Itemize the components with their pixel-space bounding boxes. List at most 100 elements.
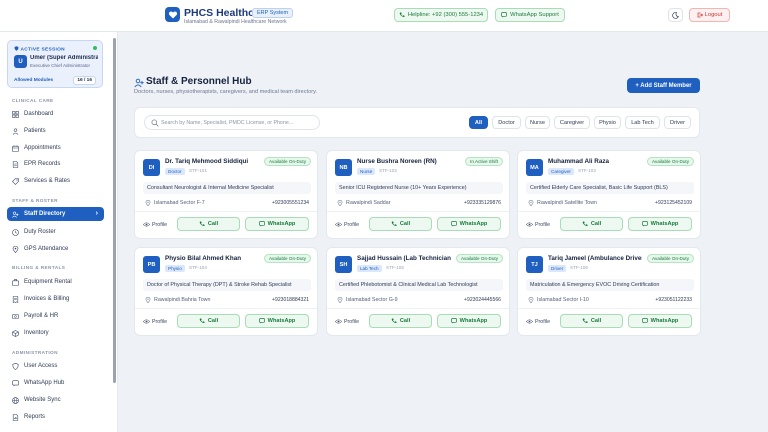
phone-icon [199,221,205,227]
staff-card[interactable]: SH Sajjad Hussain (Lab Technician) Lab T… [326,247,510,336]
top-header: PHCS Healthcare ERP System Islamabad & R… [0,0,768,32]
sidebar-item-label: Inventory [24,330,49,336]
sidebar-item-dashboard[interactable]: Dashboard [7,107,104,121]
location-pin-icon [337,200,343,206]
sidebar-item-whatsapp-hub[interactable]: WhatsApp Hub [7,376,104,390]
sidebar-item-reports[interactable]: Reports [7,410,104,424]
sidebar-item-inventory[interactable]: Inventory [7,326,104,340]
staff-specialty: Certified Phlebotomist & Clinical Medica… [335,279,503,291]
profile-button[interactable]: Profile [335,218,362,231]
online-status-dot [93,46,97,50]
filter-chip-driver[interactable]: Driver [664,116,691,129]
profile-button[interactable]: Profile [143,218,170,231]
staff-id: STF-102 [379,168,397,173]
reports-icon [12,413,19,421]
staff-specialty: Doctor of Physical Therapy (DPT) & Strok… [143,279,311,291]
whatsapp-button[interactable]: WhatsApp [437,314,501,328]
staff-phone: +923125452109 [655,200,692,206]
sidebar-item-appointments[interactable]: Appointments [7,141,104,155]
call-button[interactable]: Call [177,217,240,231]
active-session-card: ACTIVE SESSION U Umer (Super Administrat… [7,40,103,88]
sidebar-item-services-rates[interactable]: Services & Rates [7,174,104,188]
sidebar-item-label: User Access [24,363,58,369]
status-badge: Available On-Duty [456,254,503,263]
whatsapp-button[interactable]: WhatsApp [437,217,501,231]
staff-specialty: Consultant Neurologist & Internal Medici… [143,182,311,194]
add-user-icon [134,78,144,88]
call-button[interactable]: Call [177,314,240,328]
calendar-icon [12,144,19,152]
add-staff-member-button[interactable]: + Add Staff Member [627,78,700,93]
staff-phone: +923005551234 [272,200,309,206]
session-user-role: Executive Chief Administrator [30,63,90,68]
sidebar-item-payroll-hr[interactable]: Payroll & HR [7,309,104,323]
services-icon [12,177,19,185]
sidebar-item-duty-roster[interactable]: Duty Roster [7,225,104,239]
profile-button[interactable]: Profile [335,315,362,328]
staff-phone: +923018884321 [272,297,309,303]
sidebar-item-label: Dashboard [24,111,54,117]
search-input[interactable]: Search by Name, Specialist, PMDC License… [144,115,320,130]
chat-icon [450,221,457,227]
profile-button[interactable]: Profile [526,315,553,328]
staff-avatar: SH [335,256,352,273]
filter-chip-physio[interactable]: Physio [594,116,621,129]
staff-card[interactable]: NB Nurse Bushra Noreen (RN) Nurse STF-10… [326,150,510,239]
clock-icon [12,228,19,236]
staff-card[interactable]: TJ Tariq Jameel (Ambulance Driver) Drive… [517,247,701,336]
location-pin-icon [337,297,343,303]
staff-role-badge: Lab Tech [357,265,382,272]
sidebar-item-equipment-rental[interactable]: Equipment Rental [7,275,104,289]
location-pin-icon [145,297,151,303]
whatsapp-button[interactable]: WhatsApp [628,314,692,328]
filter-chip-caregiver[interactable]: Caregiver [554,116,590,129]
sidebar-item-label: Duty Roster [24,229,56,235]
whatsapp-button[interactable]: WhatsApp [628,217,692,231]
sidebar-scrollbar[interactable] [113,38,116,383]
shield-icon [14,46,19,51]
sidebar-item-gps-attendance[interactable]: GPS Attendance [7,242,104,256]
call-button[interactable]: Call [560,217,623,231]
whatsapp-button[interactable]: WhatsApp [245,314,309,328]
chat-icon [450,318,457,324]
sidebar-item-invoices-billing[interactable]: Invoices & Billing [7,292,104,306]
sidebar-item-patients[interactable]: Patients [7,124,104,138]
helpline-button[interactable]: Helpline: +92 (300) 555-1234 [394,8,488,22]
card-divider [518,211,700,212]
location-icon [12,245,19,253]
filter-chip-nurse[interactable]: Nurse [525,116,550,129]
staff-id: STF-106 [570,265,588,270]
staff-card[interactable]: PB Physio Bilal Ahmed Khan Physio STF-10… [134,247,318,336]
patients-icon [12,128,19,135]
theme-toggle-button[interactable] [668,8,683,22]
sidebar-item-user-access[interactable]: User Access [7,359,104,373]
staff-card[interactable]: MA Muhammad Ali Raza Caregiver STF-103 A… [517,150,701,239]
phone-icon [199,318,205,324]
filter-chip-lab-tech[interactable]: Lab Tech [625,116,660,129]
session-user-name: Umer (Super Administrator) [30,55,98,61]
filter-chip-all[interactable]: All [469,116,488,129]
profile-button[interactable]: Profile [143,315,170,328]
document-icon [12,160,19,168]
profile-button[interactable]: Profile [526,218,553,231]
profile-button-label: Profile [344,221,360,228]
call-button[interactable]: Call [369,314,432,328]
sidebar-item-label: Reports [24,414,46,420]
whatsapp-button[interactable]: WhatsApp [245,217,309,231]
call-button-label: Call [399,318,411,324]
user-access-icon [12,362,19,370]
whatsapp-support-button[interactable]: WhatsApp Support [495,8,565,22]
sidebar-item-epr-records[interactable]: EPR Records [7,157,104,171]
sidebar-item-staff-directory[interactable]: Staff Directory › [7,207,104,221]
logout-button[interactable]: Logout [689,8,730,22]
call-button[interactable]: Call [560,314,623,328]
staff-card[interactable]: DI Dr. Tariq Mehmood Siddiqui Doctor STF… [134,150,318,239]
sidebar-item-website-sync[interactable]: Website Sync [7,393,104,407]
filter-chip-doctor[interactable]: Doctor [492,116,521,129]
call-button[interactable]: Call [369,217,432,231]
brand-subtitle: Islamabad & Rawalpindi Healthcare Networ… [184,19,287,25]
helpline-label: Helpline: +92 (300) 555-1234 [407,12,484,18]
page-title: Staff & Personnel Hub [146,76,252,87]
chat-icon [258,221,265,227]
eye-icon [143,222,150,227]
